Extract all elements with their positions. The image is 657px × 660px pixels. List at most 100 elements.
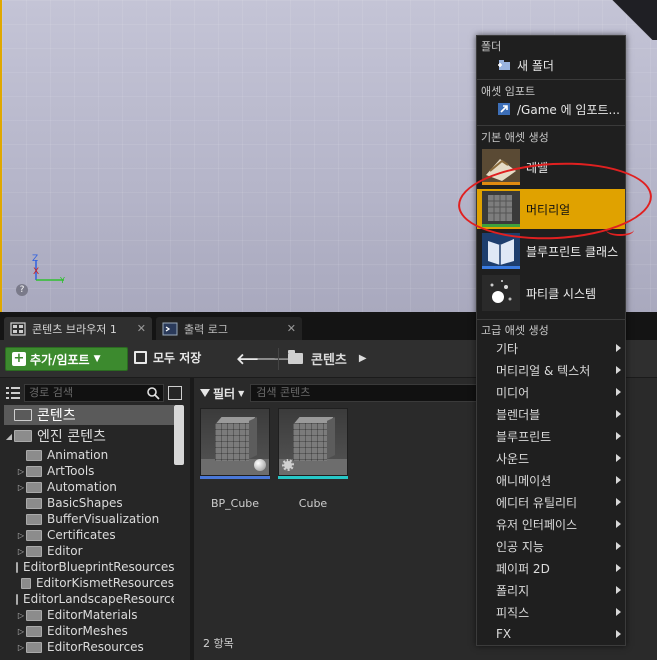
chevron-down-icon: ▼ [238, 388, 245, 398]
folder-icon [26, 497, 42, 509]
menu-section-advanced-asset: 고급 애셋 생성 [481, 324, 549, 337]
menu-submenu-sounds[interactable]: 사운드 [477, 447, 625, 469]
tree-item-editor[interactable]: ▷ Editor [4, 543, 174, 559]
menu-section-asset-import: 애셋 임포트 [481, 85, 536, 98]
submenu-arrow-icon [616, 344, 621, 352]
tree-item-editormaterials[interactable]: ▷ EditorMaterials [4, 607, 174, 623]
menu-submenu-user-interface[interactable]: 유저 인터페이스 [477, 513, 625, 535]
tree-item-label: EditorBlueprintResources [23, 560, 174, 574]
menu-item-particle-system[interactable]: 파티클 시스템 [477, 273, 625, 313]
submenu-arrow-icon [616, 542, 621, 550]
folder-icon [14, 430, 32, 442]
save-all-button[interactable]: 모두 저장 [134, 349, 201, 366]
sources-list-icon[interactable] [6, 386, 20, 400]
submenu-arrow-icon [616, 564, 621, 572]
tab-output-log-label: 출력 로그 [184, 322, 228, 336]
add-new-context-menu: 폴더 새 폴더 애셋 임포트 /Game 에 임포트... 기본 애셋 생성 레… [476, 35, 626, 646]
submenu-arrow-icon [616, 586, 621, 594]
submenu-arrow-icon [616, 520, 621, 528]
submenu-arrow-icon [616, 388, 621, 396]
tree-item-label: Animation [47, 448, 109, 462]
tree-item-editorkismetresources[interactable]: EditorKismetResources [4, 575, 174, 591]
tree-item-editorlandscaperesources[interactable]: EditorLandscapeResources [4, 591, 174, 607]
menu-item-new-folder[interactable]: 새 폴더 [477, 54, 625, 76]
blueprint-sphere-icon [254, 459, 266, 471]
folder-icon [26, 481, 42, 493]
asset-tile-cube[interactable]: Cube [278, 408, 348, 510]
tree-item-buffervisualization[interactable]: BufferVisualization [4, 511, 174, 527]
import-icon [498, 103, 510, 115]
add-import-button[interactable]: + 추가/임포트 ▼ [5, 347, 128, 371]
folder-icon [26, 641, 42, 653]
tree-item-arttools[interactable]: ▷ ArtTools [4, 463, 174, 479]
collapsed-arrow-icon[interactable]: ▷ [16, 611, 26, 620]
collapsed-arrow-icon[interactable]: ▷ [16, 483, 26, 492]
menu-submenu-materials-textures[interactable]: 머티리얼 & 텍스처 [477, 359, 625, 381]
menu-item-label: 유저 인터페이스 [496, 517, 578, 532]
item-count: 2 항목 [203, 637, 234, 650]
tree-scrollbar[interactable] [174, 405, 184, 465]
submenu-arrow-icon [616, 410, 621, 418]
viewport-dark-geometry [587, 0, 657, 40]
asset-search-input[interactable]: 검색 콘텐츠 [250, 384, 481, 402]
menu-item-label: 폴리지 [496, 583, 530, 598]
menu-item-label: 블루프린트 클래스 [526, 244, 619, 259]
collapsed-arrow-icon[interactable]: ▷ [16, 627, 26, 636]
collapsed-arrow-icon[interactable]: ▷ [16, 643, 26, 652]
submenu-arrow-icon [616, 366, 621, 374]
menu-submenu-media[interactable]: 미디어 [477, 381, 625, 403]
tree-item-certificates[interactable]: ▷ Certificates [4, 527, 174, 543]
axis-gizmo-icon: Z X Y [32, 254, 65, 285]
asset-tile-bp-cube[interactable]: BP_Cube [200, 408, 270, 510]
viewport-help-icon[interactable]: ? [16, 284, 28, 296]
view-options-icon[interactable] [168, 386, 182, 400]
cube-icon [215, 423, 249, 461]
tree-item-editorblueprintresources[interactable]: EditorBlueprintResources [4, 559, 174, 575]
menu-item-import[interactable]: /Game 에 임포트... [477, 98, 625, 120]
breadcrumb: 콘텐츠 ▶ [288, 349, 367, 368]
collapsed-arrow-icon[interactable]: ▷ [16, 467, 26, 476]
content-browser-icon [10, 321, 26, 336]
menu-submenu-physics[interactable]: 피직스 [477, 601, 625, 623]
tree-item-basicshapes[interactable]: BasicShapes [4, 495, 174, 511]
tree-item-animation[interactable]: Animation [4, 447, 174, 463]
breadcrumb-arrow-icon[interactable]: ▶ [359, 353, 367, 364]
output-log-icon [162, 322, 178, 335]
tree-item-label: 엔진 콘텐츠 [37, 429, 106, 445]
menu-section-folder: 폴더 [481, 40, 502, 53]
folder-icon [16, 593, 18, 605]
asset-name: Cube [298, 497, 328, 510]
close-tab-icon[interactable]: ✕ [137, 322, 146, 335]
menu-submenu-blendables[interactable]: 블렌더블 [477, 403, 625, 425]
menu-submenu-blueprints[interactable]: 블루프린트 [477, 425, 625, 447]
folder-open-icon [288, 350, 303, 364]
expanded-arrow-icon[interactable]: ◢ [4, 432, 14, 441]
tab-content-browser[interactable]: 콘텐츠 브라우저 1 ✕ [4, 317, 152, 340]
menu-submenu-animation[interactable]: 애니메이션 [477, 469, 625, 491]
menu-submenu-ai[interactable]: 인공 지능 [477, 535, 625, 557]
menu-submenu-foliage[interactable]: 폴리지 [477, 579, 625, 601]
filter-button[interactable]: 필터 ▼ [200, 385, 244, 402]
collapsed-arrow-icon[interactable]: ▷ [16, 547, 26, 556]
folder-icon [26, 529, 42, 541]
save-disk-icon [134, 351, 147, 364]
tree-item-content[interactable]: 콘텐츠 [4, 405, 174, 425]
menu-submenu-misc[interactable]: 기타 [477, 337, 625, 359]
tree-item-editorresources[interactable]: ▷ EditorResources [4, 639, 174, 655]
tree-item-engine-content[interactable]: ◢ 엔진 콘텐츠 [4, 425, 174, 447]
tree-item-automation[interactable]: ▷ Automation [4, 479, 174, 495]
menu-submenu-editor-utilities[interactable]: 에디터 유틸리티 [477, 491, 625, 513]
folder-tree: 콘텐츠 ◢ 엔진 콘텐츠 Animation ▷ ArtTools ▷ Auto… [4, 405, 174, 655]
breadcrumb-content[interactable]: 콘텐츠 [311, 349, 347, 368]
menu-submenu-fx[interactable]: FX [477, 623, 625, 645]
folder-icon [26, 545, 42, 557]
path-search-input[interactable]: 경로 검색 [24, 384, 164, 402]
static-mesh-icon [282, 459, 294, 471]
close-tab-icon[interactable]: ✕ [287, 322, 296, 335]
tree-item-editormeshes[interactable]: ▷ EditorMeshes [4, 623, 174, 639]
menu-submenu-paper2d[interactable]: 페이퍼 2D [477, 557, 625, 579]
tab-output-log[interactable]: 출력 로그 ✕ [156, 317, 302, 340]
collapsed-arrow-icon[interactable]: ▷ [16, 531, 26, 540]
menu-item-label: 블렌더블 [496, 407, 541, 422]
menu-item-label: 기타 [496, 341, 519, 356]
